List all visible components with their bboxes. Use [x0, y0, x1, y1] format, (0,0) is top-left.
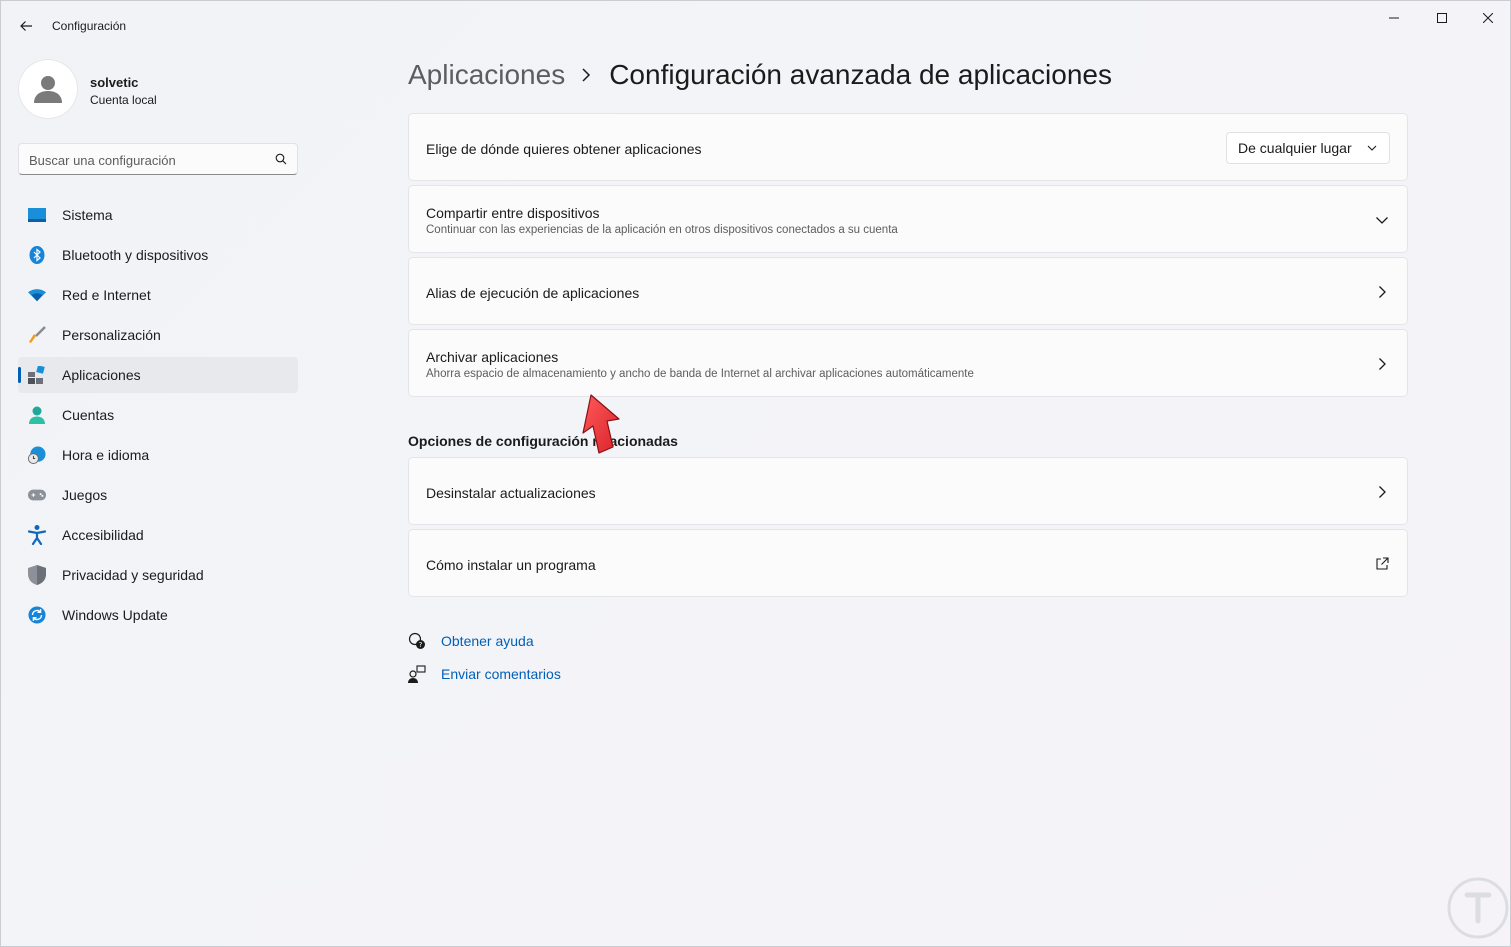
get-help-label[interactable]: Obtener ayuda: [441, 633, 534, 649]
close-button[interactable]: [1465, 1, 1511, 35]
sidebar-item-label: Juegos: [62, 487, 108, 503]
chevron-right-icon: [581, 68, 591, 82]
system-icon: [28, 206, 46, 224]
chevron-down-icon: [1367, 145, 1377, 151]
sidebar-item-label: Personalización: [62, 327, 161, 343]
feedback-icon: [408, 665, 426, 683]
app-title: Configuración: [52, 19, 127, 33]
send-feedback-link[interactable]: Enviar comentarios: [408, 663, 561, 685]
sidebar-item-label: Privacidad y seguridad: [62, 567, 204, 583]
user-name: solvetic: [90, 75, 139, 90]
sidebar-item-privacidad[interactable]: Privacidad y seguridad: [18, 557, 298, 593]
account-type: Cuenta local: [90, 93, 157, 107]
apps-icon: [28, 366, 46, 384]
setting-title: Compartir entre dispositivos: [426, 205, 600, 221]
setting-title: Elige de dónde quieres obtener aplicacio…: [426, 141, 702, 157]
sidebar-item-windows-update[interactable]: Windows Update: [18, 597, 298, 633]
close-icon: [1483, 13, 1493, 23]
uninstall-updates-link[interactable]: Desinstalar actualizaciones: [408, 457, 1408, 525]
time-language-icon: [28, 446, 46, 464]
breadcrumb-parent[interactable]: Aplicaciones: [408, 59, 565, 91]
back-arrow-icon: [20, 21, 32, 31]
search-icon[interactable]: [275, 153, 287, 165]
related-settings-heading: Opciones de configuración relacionadas: [408, 433, 678, 449]
setting-title: Archivar aplicaciones: [426, 349, 559, 365]
avatar[interactable]: [18, 59, 78, 119]
help-icon: ?: [408, 632, 426, 650]
minimize-icon: [1389, 17, 1399, 19]
bluetooth-icon: [28, 246, 46, 264]
sidebar-item-sistema[interactable]: Sistema: [18, 197, 298, 233]
sidebar-item-personalizacion[interactable]: Personalización: [18, 317, 298, 353]
sidebar-item-label: Cuentas: [62, 407, 115, 423]
sidebar-item-label: Aplicaciones: [62, 367, 141, 383]
wifi-icon: [28, 286, 46, 304]
accessibility-icon: [28, 525, 46, 545]
back-button[interactable]: [11, 11, 41, 41]
sidebar-item-label: Sistema: [62, 207, 113, 223]
watermark-logo-icon: [1447, 877, 1509, 939]
maximize-icon: [1437, 13, 1447, 23]
sidebar-item-bluetooth[interactable]: Bluetooth y dispositivos: [18, 237, 298, 273]
sidebar-item-accesibilidad[interactable]: Accesibilidad: [18, 517, 298, 553]
sidebar-item-cuentas[interactable]: Cuentas: [18, 397, 298, 433]
gamepad-icon: [28, 486, 46, 504]
app-execution-alias-setting[interactable]: Alias de ejecución de aplicaciones: [408, 257, 1408, 325]
page-title: Configuración avanzada de aplicaciones: [609, 59, 1112, 90]
get-help-link[interactable]: ? Obtener ayuda: [408, 630, 534, 652]
search-box: [18, 143, 298, 175]
app-source-setting: Elige de dónde quieres obtener aplicacio…: [408, 113, 1408, 181]
maximize-button[interactable]: [1419, 1, 1465, 35]
how-to-install-link[interactable]: Cómo instalar un programa: [408, 529, 1408, 597]
svg-text:?: ?: [419, 641, 423, 649]
search-input[interactable]: [29, 150, 259, 170]
accounts-icon: [28, 406, 46, 424]
chevron-down-icon[interactable]: [1375, 213, 1389, 227]
red-pointer-arrow-icon: [582, 394, 620, 454]
user-avatar-icon: [34, 76, 62, 103]
chevron-right-icon: [1375, 485, 1389, 499]
sidebar-item-juegos[interactable]: Juegos: [18, 477, 298, 513]
shield-icon: [28, 565, 46, 585]
sidebar-item-label: Bluetooth y dispositivos: [62, 247, 209, 263]
sidebar-item-label: Red e Internet: [62, 287, 151, 303]
sidebar-item-label: Windows Update: [62, 607, 168, 623]
sidebar-nav: Sistema Bluetooth y dispositivos Red e I…: [18, 197, 298, 637]
update-icon: [28, 606, 46, 624]
sidebar-item-red[interactable]: Red e Internet: [18, 277, 298, 313]
setting-description: Ahorra espacio de almacenamiento y ancho…: [426, 368, 974, 380]
archive-apps-setting[interactable]: Archivar aplicaciones Ahorra espacio de …: [408, 329, 1408, 397]
dropdown-value: De cualquier lugar: [1238, 140, 1352, 156]
setting-title: Cómo instalar un programa: [426, 557, 596, 573]
title-bar: Configuración: [1, 1, 1510, 49]
send-feedback-label[interactable]: Enviar comentarios: [441, 666, 561, 682]
chevron-right-icon: [1375, 357, 1389, 371]
setting-title: Desinstalar actualizaciones: [426, 485, 596, 501]
sidebar-item-label: Accesibilidad: [62, 527, 144, 543]
sidebar-item-hora[interactable]: Hora e idioma: [18, 437, 298, 473]
app-source-dropdown[interactable]: De cualquier lugar: [1226, 132, 1390, 164]
brush-icon: [28, 326, 46, 344]
breadcrumb: Aplicaciones Configuración avanzada de a…: [408, 59, 1112, 91]
settings-window: Configuración solvetic Cuenta local Busc…: [0, 0, 1511, 947]
sidebar-item-aplicaciones[interactable]: Aplicaciones: [18, 357, 298, 393]
minimize-button[interactable]: [1371, 1, 1417, 35]
chevron-right-icon: [1375, 285, 1389, 299]
sidebar-item-label: Hora e idioma: [62, 447, 150, 463]
setting-title: Alias de ejecución de aplicaciones: [426, 285, 640, 301]
external-link-icon: [1375, 557, 1389, 571]
setting-description: Continuar con las experiencias de la apl…: [426, 224, 898, 236]
share-across-devices-setting[interactable]: Compartir entre dispositivos Continuar c…: [408, 185, 1408, 253]
